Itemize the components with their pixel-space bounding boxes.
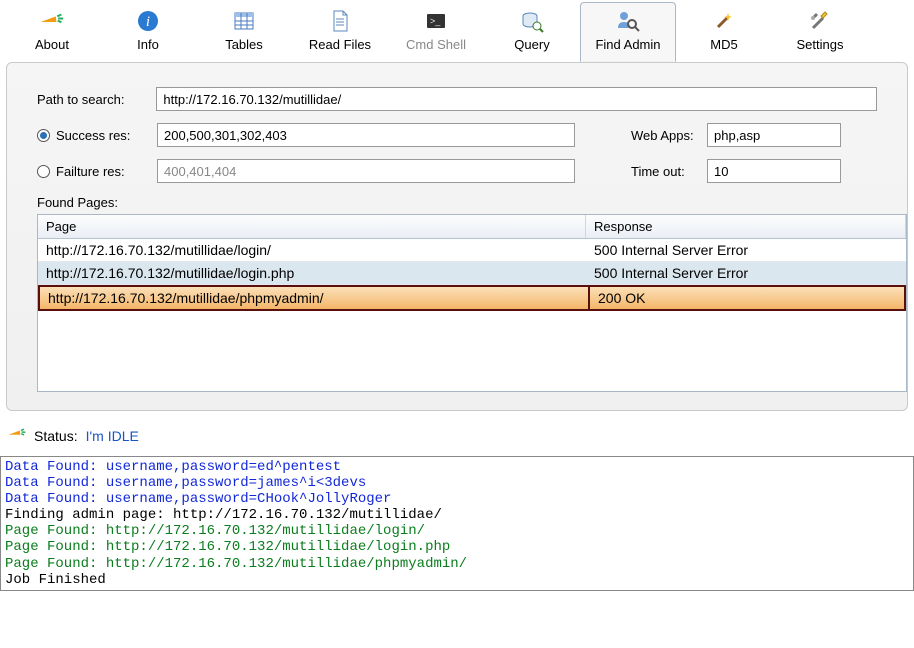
query-label: Query bbox=[514, 37, 549, 52]
read-files-button[interactable]: Read Files bbox=[292, 2, 388, 62]
col-page[interactable]: Page bbox=[38, 215, 586, 238]
table-row[interactable]: http://172.16.70.132/mutillidae/login/ 5… bbox=[38, 239, 906, 262]
table-row-highlighted[interactable]: http://172.16.70.132/mutillidae/phpmyadm… bbox=[38, 285, 906, 311]
cmd-shell-label: Cmd Shell bbox=[406, 37, 466, 52]
found-pages-grid[interactable]: Page Response http://172.16.70.132/mutil… bbox=[37, 214, 907, 392]
timeout-input[interactable] bbox=[707, 159, 841, 183]
tables-label: Tables bbox=[225, 37, 263, 52]
find-admin-icon bbox=[614, 7, 642, 35]
log-line: Page Found: http://172.16.70.132/mutilli… bbox=[5, 556, 467, 572]
webapps-label: Web Apps: bbox=[631, 128, 707, 143]
webapps-input[interactable] bbox=[707, 123, 841, 147]
failure-res-input[interactable] bbox=[157, 159, 575, 183]
find-admin-label: Find Admin bbox=[595, 37, 660, 52]
settings-label: Settings bbox=[797, 37, 844, 52]
log-line: Page Found: http://172.16.70.132/mutilli… bbox=[5, 523, 425, 539]
success-res-text: Success res: bbox=[56, 128, 130, 143]
log-line: Page Found: http://172.16.70.132/mutilli… bbox=[5, 539, 450, 555]
log-line: Data Found: username,password=CHook^Joll… bbox=[5, 491, 391, 507]
status-bar: Status: I'm IDLE bbox=[0, 411, 914, 456]
svg-text:>_: >_ bbox=[430, 16, 441, 26]
query-icon bbox=[518, 7, 546, 35]
settings-icon bbox=[806, 7, 834, 35]
carrot-icon bbox=[8, 425, 26, 446]
log-line: Data Found: username,password=james^i<3d… bbox=[5, 475, 366, 491]
success-res-label[interactable]: Success res: bbox=[37, 128, 157, 143]
cell-response: 500 Internal Server Error bbox=[586, 239, 906, 261]
log-line: Finding admin page: http://172.16.70.132… bbox=[5, 507, 442, 523]
query-button[interactable]: Query bbox=[484, 2, 580, 62]
read-files-label: Read Files bbox=[309, 37, 371, 52]
timeout-label: Time out: bbox=[631, 164, 707, 179]
settings-button[interactable]: Settings bbox=[772, 2, 868, 62]
carrot-icon bbox=[38, 7, 66, 35]
path-input[interactable] bbox=[156, 87, 877, 111]
info-icon: i bbox=[134, 7, 162, 35]
failure-radio[interactable] bbox=[37, 165, 50, 178]
find-admin-button[interactable]: Find Admin bbox=[580, 2, 676, 62]
status-value: I'm IDLE bbox=[86, 428, 139, 444]
success-res-input[interactable] bbox=[157, 123, 575, 147]
tables-icon bbox=[230, 7, 258, 35]
status-label: Status: bbox=[34, 428, 78, 444]
svg-text:i: i bbox=[146, 14, 150, 30]
main-toolbar: About i Info Tables Read Files >_ Cmd Sh… bbox=[0, 0, 914, 62]
info-button[interactable]: i Info bbox=[100, 2, 196, 62]
found-pages-label: Found Pages: bbox=[37, 195, 877, 210]
log-line: Job Finished bbox=[5, 572, 106, 588]
find-admin-panel: Path to search: Success res: Web Apps: F… bbox=[6, 62, 908, 411]
md5-button[interactable]: MD5 bbox=[676, 2, 772, 62]
file-icon bbox=[326, 7, 354, 35]
failure-res-label[interactable]: Failture res: bbox=[37, 164, 157, 179]
about-button[interactable]: About bbox=[4, 2, 100, 62]
info-label: Info bbox=[137, 37, 159, 52]
cell-page: http://172.16.70.132/mutillidae/login/ bbox=[38, 239, 586, 261]
log-output[interactable]: Data Found: username,password=ed^pentest… bbox=[0, 456, 914, 591]
cell-response: 500 Internal Server Error bbox=[586, 262, 906, 284]
cmd-shell-button[interactable]: >_ Cmd Shell bbox=[388, 2, 484, 62]
grid-header: Page Response bbox=[38, 215, 906, 239]
success-radio[interactable] bbox=[37, 129, 50, 142]
terminal-icon: >_ bbox=[422, 7, 450, 35]
table-row[interactable]: http://172.16.70.132/mutillidae/login.ph… bbox=[38, 262, 906, 285]
col-response[interactable]: Response bbox=[586, 215, 906, 238]
cell-page: http://172.16.70.132/mutillidae/phpmyadm… bbox=[40, 287, 588, 309]
about-label: About bbox=[35, 37, 69, 52]
cell-page: http://172.16.70.132/mutillidae/login.ph… bbox=[38, 262, 586, 284]
failure-res-text: Failture res: bbox=[56, 164, 125, 179]
path-label: Path to search: bbox=[37, 92, 156, 107]
tables-button[interactable]: Tables bbox=[196, 2, 292, 62]
md5-label: MD5 bbox=[710, 37, 737, 52]
log-line: Data Found: username,password=ed^pentest bbox=[5, 459, 341, 475]
cell-response: 200 OK bbox=[588, 287, 904, 309]
wand-icon bbox=[710, 7, 738, 35]
